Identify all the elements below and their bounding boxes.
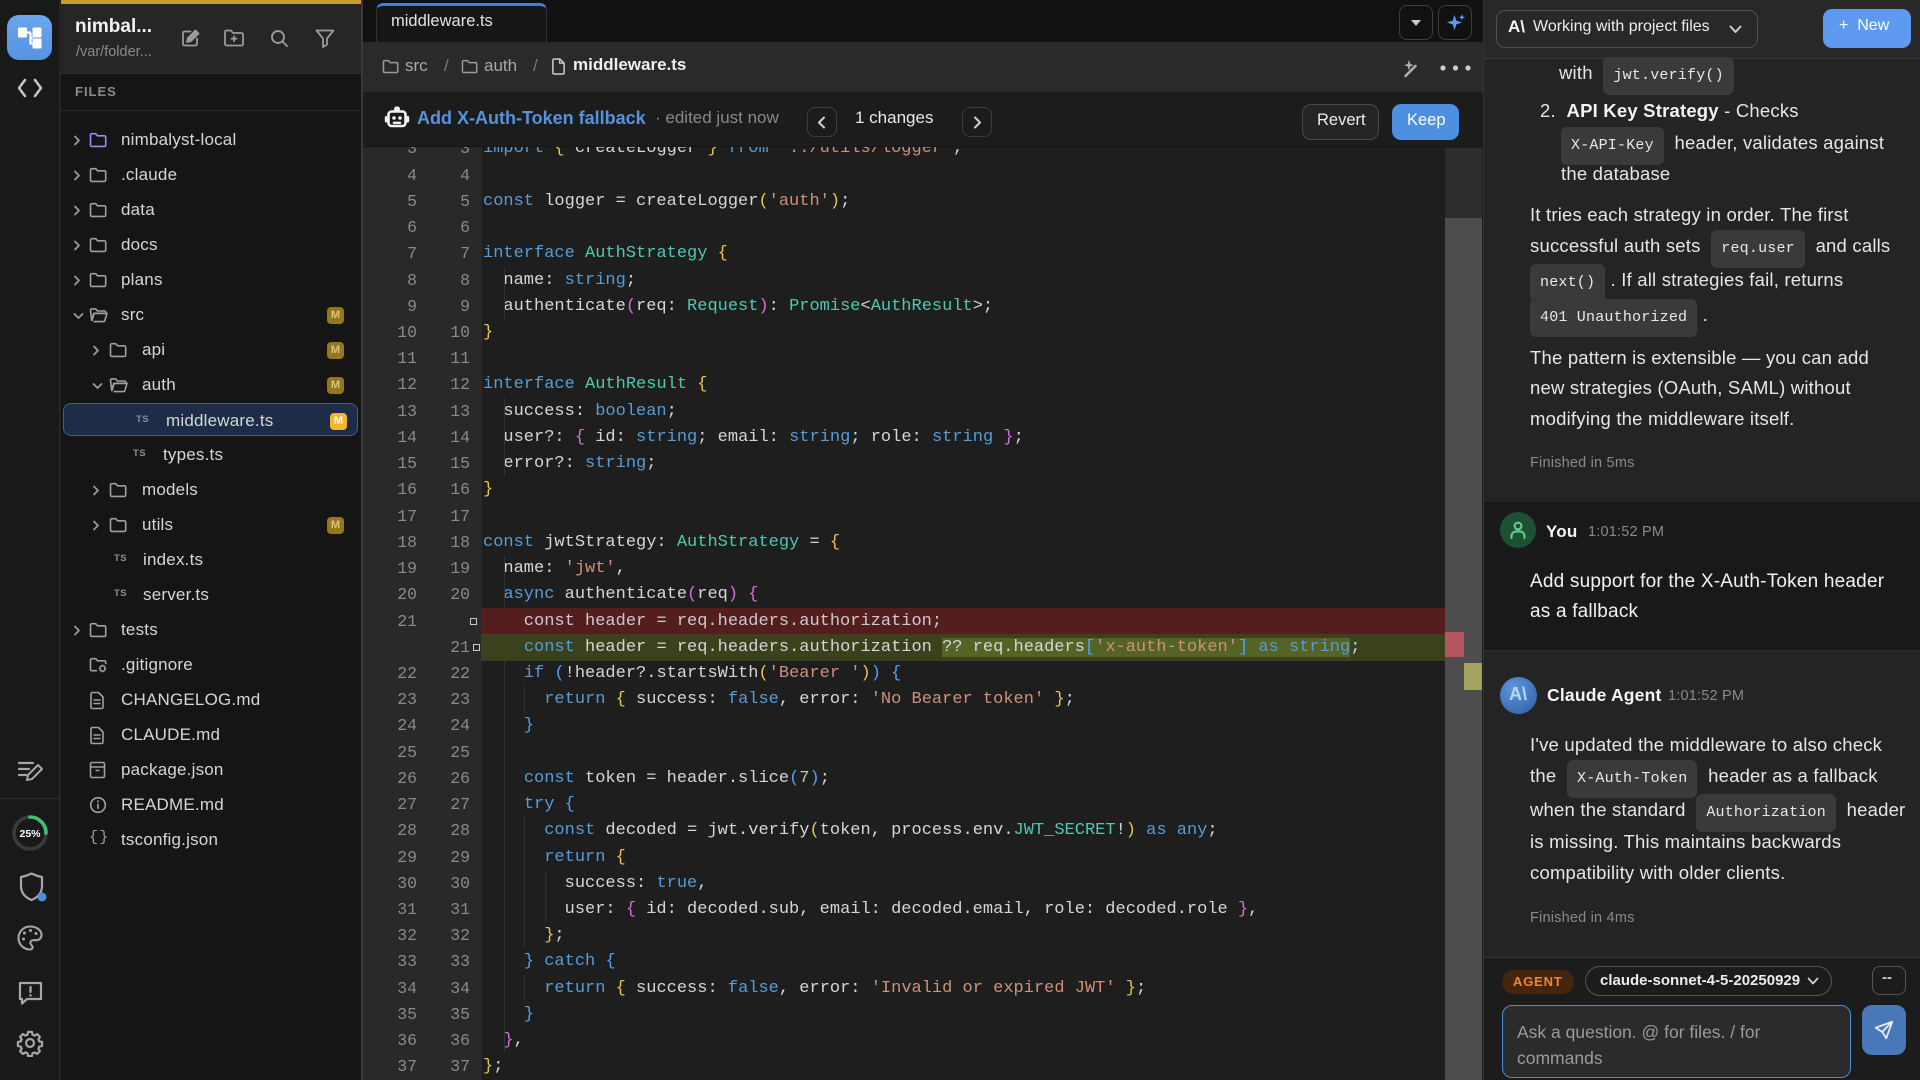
svg-text:25%: 25%	[19, 828, 41, 840]
